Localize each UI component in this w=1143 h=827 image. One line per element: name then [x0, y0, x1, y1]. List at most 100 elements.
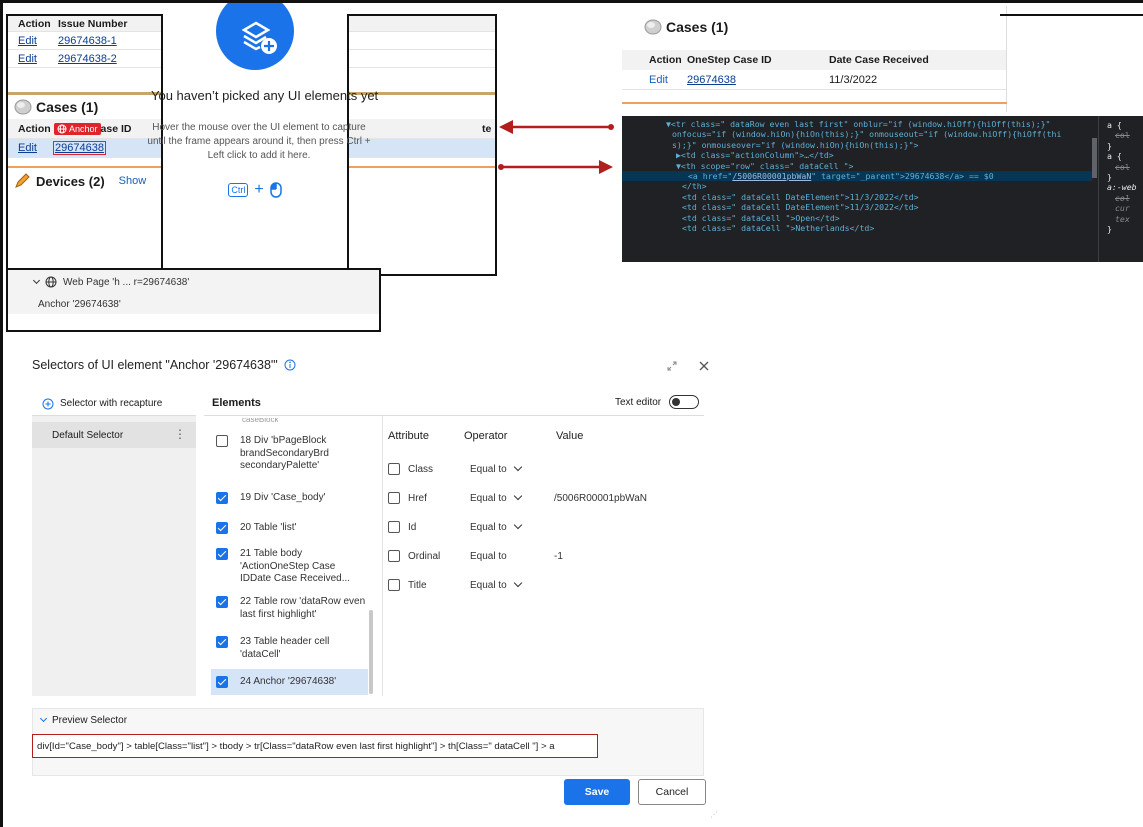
element-checkbox[interactable]: [216, 522, 228, 534]
element-item-selected[interactable]: 24 Anchor '29674638': [211, 669, 368, 695]
text-editor-label: Text editor: [615, 396, 662, 408]
shortcut-hint: Ctrl +: [163, 181, 347, 199]
dom-line[interactable]: s);}" onmouseover="if (window.hiOn){hiOn…: [666, 140, 1092, 150]
attribute-value[interactable]: /5006R00001pbWaN: [554, 493, 647, 504]
dom-line[interactable]: </th>: [666, 181, 1092, 191]
dom-line[interactable]: ▼<tr class=" dataRow even last first" on…: [666, 119, 1092, 129]
preview-selector-value[interactable]: div[Id="Case_body"] > table[Class="list"…: [32, 734, 598, 758]
case-date: 11/3/2022: [829, 73, 878, 86]
anchor-label: Anchor '29674638': [38, 298, 121, 310]
empty-title: You haven’t picked any UI elements yet: [151, 88, 379, 103]
operator-dropdown[interactable]: Equal to: [462, 462, 554, 475]
cases-header-row: Action OneStep Case ID Date Case Receive…: [622, 50, 1006, 70]
devices-show-link[interactable]: Show: [119, 175, 147, 187]
dom-line[interactable]: <td class=" dataCell DateElement">11/3/2…: [666, 192, 1092, 202]
add-circle-icon: [42, 398, 54, 409]
attribute-checkbox[interactable]: [388, 579, 400, 591]
save-button[interactable]: Save: [564, 779, 630, 805]
empty-hint: Hover the mouse over the UI element to c…: [147, 122, 371, 161]
attribute-value[interactable]: -1: [554, 551, 563, 562]
globe-icon: [45, 276, 57, 288]
selector-with-recapture-button[interactable]: Selector with recapture: [32, 392, 196, 416]
capture-empty-panel: You haven’t picked any UI elements yet H…: [147, 0, 378, 276]
webpage-label: Web Page 'h ... r=29674638': [63, 276, 190, 288]
dialog-header: Selectors of UI element "Anchor '2967463…: [32, 358, 296, 372]
more-vertical-icon[interactable]: ⋮: [174, 427, 186, 441]
case-edit-link[interactable]: Edit: [18, 142, 54, 154]
attribute-checkbox[interactable]: [388, 550, 400, 562]
element-checkbox[interactable]: [216, 548, 228, 560]
dom-line[interactable]: <td class=" dataCell ">Netherlands</td>: [666, 223, 1092, 233]
attribute-row: Id Equal to: [388, 517, 698, 537]
frame-left: [0, 0, 3, 827]
elements-header: Elements: [212, 397, 261, 409]
anchor-badge: Anchor: [54, 122, 101, 135]
dom-line[interactable]: <td class=" dataCell ">Open</td>: [666, 213, 1092, 223]
operator-dropdown[interactable]: Equal to: [462, 491, 554, 504]
preview-label: Preview Selector: [52, 715, 128, 726]
case-id-link[interactable]: 29674638: [687, 74, 829, 86]
issue-number-link[interactable]: 29674638-2: [58, 53, 117, 65]
case-id-link[interactable]: 29674638: [53, 141, 106, 155]
element-item[interactable]: 18 Div 'bPageBlock brandSecondaryBrd sec…: [216, 435, 368, 473]
element-checkbox[interactable]: [216, 492, 228, 504]
resize-grip-icon[interactable]: ⋰: [710, 810, 718, 819]
operator-dropdown[interactable]: Equal to: [462, 578, 554, 591]
element-checkbox[interactable]: [216, 636, 228, 648]
issue-edit-link[interactable]: Edit: [18, 35, 58, 47]
tree-node-anchor[interactable]: Anchor '29674638': [8, 294, 379, 314]
dom-line[interactable]: ▶<td class="actionColumn">…</td>: [666, 150, 1092, 160]
attribute-checkbox[interactable]: [388, 492, 400, 504]
attribute-checkbox[interactable]: [388, 463, 400, 475]
dom-line[interactable]: <td class=" dataCell DateElement">11/3/2…: [666, 202, 1092, 212]
chevron-down-icon: [513, 578, 522, 587]
cases-icon: [14, 99, 32, 115]
cases-section-header: Cases (1): [622, 14, 1006, 40]
operator-dropdown[interactable]: Equal to: [462, 520, 554, 533]
chevron-down-icon[interactable]: [32, 276, 41, 284]
frame-right-top: [1000, 14, 1143, 16]
cancel-button[interactable]: Cancel: [638, 779, 706, 805]
element-item[interactable]: 20 Table 'list': [216, 522, 368, 535]
expand-icon[interactable]: [666, 360, 678, 372]
plus-sign: +: [254, 181, 264, 198]
cases-title: Cases (1): [666, 19, 729, 35]
chevron-down-icon: [513, 462, 522, 471]
attribute-row: Class Equal to: [388, 459, 698, 479]
close-icon[interactable]: [698, 360, 710, 372]
text-editor-toggle[interactable]: [669, 395, 700, 409]
frame-top: [0, 0, 1143, 3]
devtools-elements-panel: ▼<tr class=" dataRow even last first" on…: [622, 116, 1143, 262]
ui-element-tree: Web Page 'h ... r=29674638' Anchor '2967…: [6, 268, 381, 332]
attribute-row: Href Equal to /5006R00001pbWaN: [388, 488, 698, 508]
issue-number-link[interactable]: 29674638-1: [58, 35, 117, 47]
issue-edit-link[interactable]: Edit: [18, 53, 58, 65]
element-item[interactable]: 19 Div 'Case_body': [216, 492, 368, 505]
elements-scrollbar[interactable]: [369, 610, 373, 694]
layers-add-icon: [241, 21, 277, 54]
globe-icon: [57, 124, 67, 133]
element-checkbox[interactable]: [216, 596, 228, 608]
issues-header-action: Action: [18, 17, 51, 30]
case-edit-link[interactable]: Edit: [649, 74, 687, 86]
tree-node-webpage[interactable]: Web Page 'h ... r=29674638': [8, 270, 379, 294]
cases-icon: [644, 19, 662, 35]
element-item[interactable]: 23 Table header cell 'dataCell': [216, 636, 368, 661]
attribute-checkbox[interactable]: [388, 521, 400, 533]
pencil-icon: [15, 173, 30, 188]
dom-line-selected[interactable]: <a href="/5006R00001pbWaN" target="_pare…: [622, 171, 1092, 182]
default-selector-item[interactable]: Default Selector ⋮: [32, 422, 196, 448]
cases-header-caseid: ase ID: [100, 122, 132, 135]
element-checkbox[interactable]: [216, 435, 228, 447]
dom-line[interactable]: ▼<th scope="row" class=" dataCell ">: [666, 161, 1092, 171]
element-partial: caseBlock: [242, 418, 279, 424]
element-item[interactable]: 21 Table body 'ActionOneStep Case IDDate…: [216, 548, 368, 586]
element-checkbox[interactable]: [216, 676, 228, 688]
preview-selector-toggle[interactable]: Preview Selector: [33, 709, 703, 726]
cases-header-action: Action: [18, 122, 51, 135]
connector-arrows: [498, 120, 614, 174]
info-icon[interactable]: [284, 359, 296, 371]
element-item[interactable]: 22 Table row 'dataRow even last first hi…: [216, 596, 368, 621]
issues-header-number: Issue Number: [58, 17, 128, 30]
dom-line[interactable]: onfocus="if (window.hiOn){hiOn(this);}" …: [666, 129, 1092, 139]
